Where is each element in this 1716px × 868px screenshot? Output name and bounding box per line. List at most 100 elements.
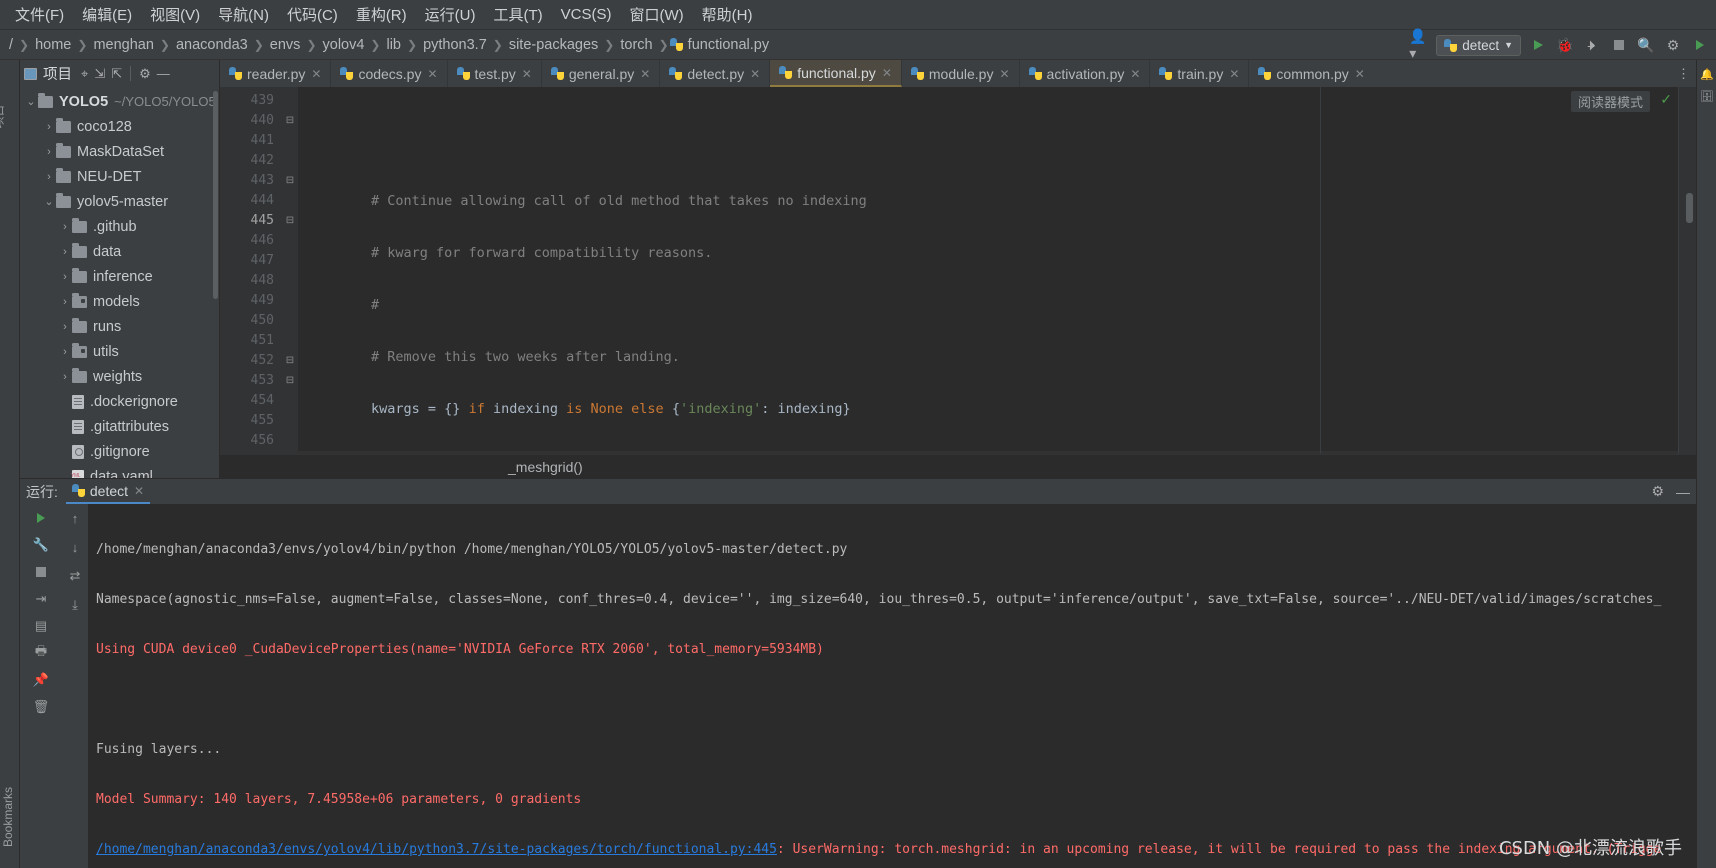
editor-right-gutter[interactable] [1678, 87, 1696, 478]
project-view-icon[interactable] [24, 67, 37, 80]
chevron-right-icon[interactable]: › [42, 171, 56, 183]
close-icon[interactable]: ✕ [522, 67, 532, 81]
tree-item-coco128[interactable]: › coco128 [20, 114, 219, 139]
gear-icon[interactable]: ⚙ [1651, 483, 1664, 500]
tool-window-bookmarks[interactable]: Bookmarks [1, 787, 15, 847]
breadcrumb-lib[interactable]: lib [381, 36, 406, 54]
menu-item-file[interactable]: 文件(F) [6, 1, 73, 28]
editor-scrollbar[interactable] [1686, 193, 1693, 223]
tree-item-weights[interactable]: › weights [20, 364, 219, 389]
menu-item-help[interactable]: 帮助(H) [693, 1, 762, 28]
fold-marker[interactable]: ⊟ [282, 211, 298, 231]
code-folding-gutter[interactable]: ⊟ ⊟ ⊟ ⊟ ⊟ [282, 87, 298, 478]
chevron-right-icon[interactable]: › [58, 321, 72, 333]
close-icon[interactable]: ✕ [311, 67, 321, 81]
menu-item-run[interactable]: 运行(U) [416, 1, 485, 28]
tool-window-project[interactable]: 项目 [0, 104, 7, 128]
breadcrumb-envs[interactable]: envs [265, 36, 306, 54]
editor-tab-detect-py[interactable]: detect.py ✕ [660, 60, 771, 87]
menu-item-navigate[interactable]: 导航(N) [209, 1, 278, 28]
code-text-area[interactable]: # Continue allowing call of old method t… [298, 87, 1696, 478]
editor-tab-codecs-py[interactable]: codecs.py ✕ [331, 60, 448, 87]
gear-icon[interactable]: ⚙ [1663, 35, 1683, 55]
trash-icon[interactable]: 🗑 [32, 698, 50, 716]
tree-item-gitattributes[interactable]: .gitattributes [20, 414, 219, 439]
up-arrow-icon[interactable]: ↑ [66, 509, 84, 527]
breadcrumb-root[interactable]: / [4, 36, 18, 54]
run-console-output[interactable]: /home/menghan/anaconda3/envs/yolov4/bin/… [88, 504, 1696, 868]
reader-mode-badge[interactable]: 阅读器模式 [1570, 91, 1650, 112]
user-icon[interactable]: 👤▾ [1409, 28, 1429, 61]
breadcrumb-site-packages[interactable]: site-packages [504, 36, 603, 54]
tree-item-utils[interactable]: › utils [20, 339, 219, 364]
menu-item-tools[interactable]: 工具(T) [484, 1, 551, 28]
chevron-down-icon[interactable]: ⌄ [24, 95, 38, 108]
menu-item-window[interactable]: 窗口(W) [620, 1, 692, 28]
tree-item-data[interactable]: › data [20, 239, 219, 264]
more-tabs-icon[interactable]: ⋮ [1677, 66, 1690, 82]
editor-tab-reader-py[interactable]: reader.py ✕ [220, 60, 332, 87]
editor-tab-common-py[interactable]: common.py ✕ [1249, 60, 1373, 87]
pin-icon[interactable]: 📌 [32, 671, 50, 689]
chevron-right-icon[interactable]: › [58, 246, 72, 258]
breadcrumb-home[interactable]: home [30, 36, 76, 54]
coverage-icon[interactable]: ⏵̶ [1582, 35, 1602, 55]
locate-icon[interactable]: ⌖ [81, 67, 88, 80]
search-icon[interactable]: 🔍 [1636, 35, 1656, 55]
gear-icon[interactable]: ⚙ [139, 67, 151, 80]
close-icon[interactable]: ✕ [134, 484, 144, 498]
chevron-right-icon[interactable]: › [58, 296, 72, 308]
collapse-all-icon[interactable]: ⇱ [111, 67, 122, 80]
chevron-right-icon[interactable]: › [58, 371, 72, 383]
menu-item-view[interactable]: 视图(V) [141, 1, 209, 28]
chevron-right-icon[interactable]: › [58, 346, 72, 358]
close-icon[interactable]: ✕ [640, 67, 650, 81]
chevron-right-icon[interactable]: › [42, 121, 56, 133]
tree-item-github[interactable]: › .github [20, 214, 219, 239]
debug-icon[interactable]: 🐞 [1555, 35, 1575, 55]
scroll-to-end-icon[interactable]: ⤓ [66, 596, 84, 614]
grid-icon[interactable]: ▤ [32, 617, 50, 635]
soft-wrap-icon[interactable]: ⇄ [66, 567, 84, 585]
menu-item-edit[interactable]: 编辑(E) [73, 1, 141, 28]
tree-item-neu-det[interactable]: › NEU-DET [20, 164, 219, 189]
breadcrumb-current-file[interactable]: functional.py [683, 36, 774, 54]
breadcrumb-anaconda3[interactable]: anaconda3 [171, 36, 253, 54]
print-icon[interactable]: 🖶 [32, 643, 50, 662]
editor-tab-test-py[interactable]: test.py ✕ [448, 60, 542, 87]
editor-tab-activation-py[interactable]: activation.py ✕ [1020, 60, 1151, 87]
breadcrumb-torch[interactable]: torch [615, 36, 657, 54]
run-configuration-selector[interactable]: detect ▼ [1436, 34, 1521, 56]
menu-item-code[interactable]: 代码(C) [278, 1, 347, 28]
fold-marker[interactable]: ⊟ [282, 171, 298, 191]
database-icon[interactable]: 🗄 [1700, 90, 1714, 103]
stop-icon[interactable] [32, 563, 50, 581]
expand-all-icon[interactable]: ⇲ [94, 67, 105, 80]
wrench-icon[interactable]: 🔧 [32, 536, 50, 554]
minimize-icon[interactable]: — [1676, 484, 1690, 500]
stop-icon[interactable] [1609, 35, 1629, 55]
fold-marker[interactable]: ⊟ [282, 371, 298, 391]
chevron-right-icon[interactable]: › [58, 221, 72, 233]
editor-tab-module-py[interactable]: module.py ✕ [902, 60, 1020, 87]
chevron-down-icon[interactable]: ⌄ [42, 195, 56, 208]
tree-item-yolo5[interactable]: ⌄ YOLO5 ~/YOLO5/YOLO5 [20, 89, 219, 114]
editor-tab-general-py[interactable]: general.py ✕ [542, 60, 661, 87]
run-tab-detect[interactable]: detect ✕ [65, 480, 151, 504]
close-icon[interactable]: ✕ [750, 67, 760, 81]
menu-item-refactor[interactable]: 重构(R) [347, 1, 416, 28]
tree-item-runs[interactable]: › runs [20, 314, 219, 339]
down-arrow-icon[interactable]: ↓ [66, 538, 84, 556]
close-icon[interactable]: ✕ [1229, 67, 1239, 81]
inspection-status-icon[interactable]: ✓ [1660, 91, 1672, 108]
close-icon[interactable]: ✕ [999, 67, 1009, 81]
project-scrollbar[interactable] [213, 91, 218, 299]
minimize-icon[interactable]: — [157, 67, 170, 80]
close-icon[interactable]: ✕ [1130, 67, 1140, 81]
fold-marker[interactable]: ⊟ [282, 351, 298, 371]
run-icon[interactable] [1528, 35, 1548, 55]
close-icon[interactable]: ✕ [427, 67, 437, 81]
tree-item-maskdataset[interactable]: › MaskDataSet [20, 139, 219, 164]
chevron-right-icon[interactable]: › [58, 271, 72, 283]
breadcrumb-yolov4[interactable]: yolov4 [318, 36, 370, 54]
